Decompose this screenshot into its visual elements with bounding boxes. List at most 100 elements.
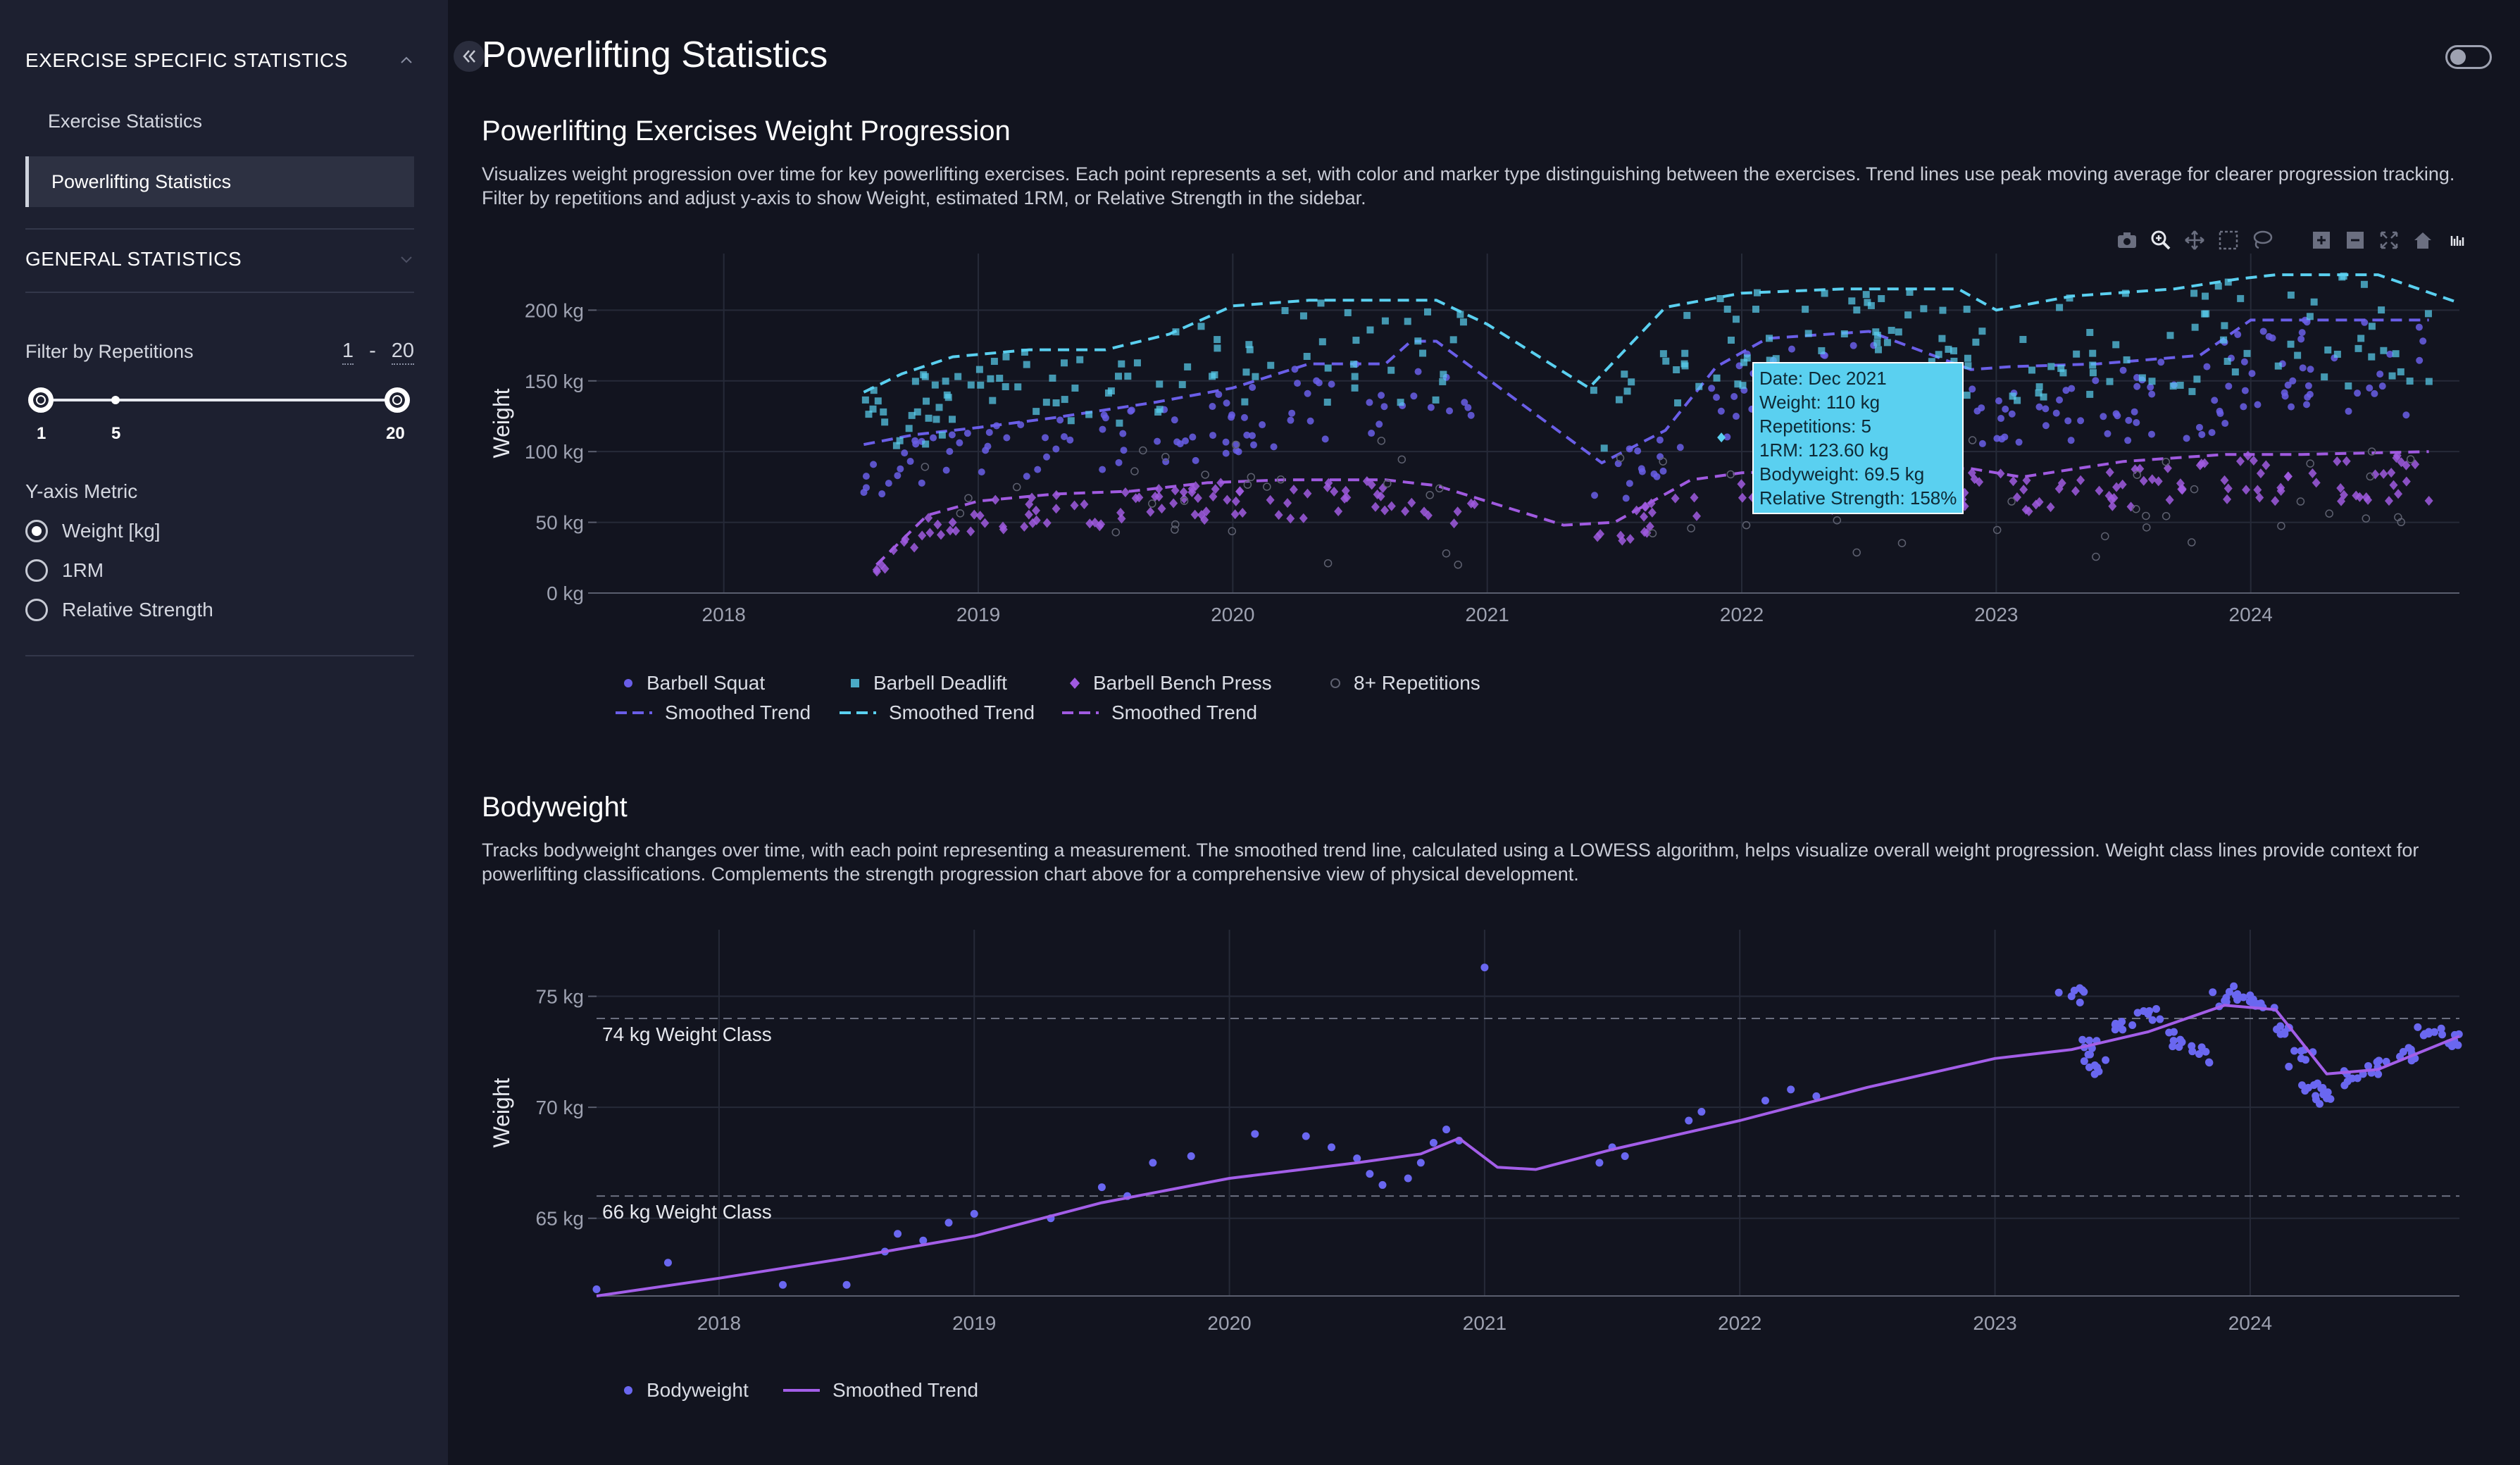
main-content: Powerlifting Statistics Powerlifting Exe… bbox=[448, 0, 2520, 1465]
tooltip-line: 1RM: 123.60 kg bbox=[1759, 440, 1889, 461]
weight-progression-chart[interactable]: 2018 2019 2020 2021 2022 2023 2024 0 kg 50 kg 100… bbox=[448, 239, 2520, 634]
deadlift-point bbox=[2169, 382, 2177, 390]
deadlift-point bbox=[2345, 382, 2352, 389]
section-header-general[interactable]: GENERAL STATISTICS bbox=[25, 238, 414, 280]
bodyweight-point bbox=[2195, 1049, 2203, 1058]
bench-point bbox=[1738, 492, 1747, 503]
bodyweight-point bbox=[2128, 1021, 2137, 1030]
deadlift-point bbox=[975, 366, 983, 373]
deadlift-point bbox=[1067, 417, 1075, 425]
squat-point bbox=[1366, 399, 1373, 406]
bodyweight-point bbox=[894, 1230, 902, 1238]
squat-point bbox=[862, 484, 870, 492]
deadlift-point bbox=[2028, 366, 2035, 374]
bodyweight-point bbox=[1621, 1152, 1629, 1160]
bench-point bbox=[2154, 476, 2163, 487]
deadlift-point bbox=[1883, 339, 1891, 347]
squat-point bbox=[885, 480, 892, 487]
deadlift-point bbox=[1211, 371, 1218, 379]
deadlift-point bbox=[1424, 308, 1432, 316]
deadlift-point bbox=[905, 425, 913, 432]
bodyweight-chart[interactable]: 2018 2019 2020 2021 2022 2023 2024 65 kg 70 kg 75… bbox=[448, 916, 2520, 1338]
theme-toggle[interactable] bbox=[2445, 45, 2492, 69]
legend-item-squat[interactable]: Barbell Squat bbox=[621, 672, 765, 694]
section-header-exercise-specific[interactable]: EXERCISE SPECIFIC STATISTICS bbox=[25, 39, 414, 82]
legend-item-high-reps[interactable]: 8+ Repetitions bbox=[1328, 672, 1480, 694]
repetition-slider-track[interactable] bbox=[41, 399, 397, 401]
sidebar-item-powerlifting-statistics[interactable]: Powerlifting Statistics bbox=[25, 156, 414, 207]
squat-point bbox=[1328, 380, 1335, 388]
square-marker-icon bbox=[851, 679, 859, 687]
radio-relative-strength[interactable]: Relative Strength bbox=[25, 599, 213, 621]
legend-item-squat-trend[interactable]: Smoothed Trend bbox=[614, 702, 811, 724]
deadlift-point bbox=[949, 416, 956, 423]
bench-point bbox=[2223, 494, 2232, 504]
legend-item-bench[interactable]: Barbell Bench Press bbox=[1068, 672, 1272, 694]
bodyweight-point bbox=[2313, 1079, 2321, 1087]
bench-point bbox=[2108, 501, 2117, 511]
bench-point bbox=[1371, 501, 1380, 512]
deadlift-point bbox=[1351, 384, 1359, 392]
bench-point bbox=[2165, 494, 2174, 505]
slider-handle-max[interactable] bbox=[385, 387, 410, 413]
legend-label: Smoothed Trend bbox=[665, 702, 811, 723]
high-rep-point bbox=[1616, 454, 1625, 463]
squat-point bbox=[984, 442, 992, 450]
deadlift-point bbox=[1381, 317, 1389, 325]
high-rep-point bbox=[1454, 561, 1462, 569]
squat-point bbox=[1270, 443, 1278, 451]
bench-point bbox=[1024, 509, 1033, 520]
legend-item-bodyweight[interactable]: Bodyweight bbox=[621, 1379, 749, 1402]
deadlift-point bbox=[967, 381, 975, 389]
radio-checked-icon[interactable] bbox=[25, 520, 48, 542]
deadlift-point bbox=[2321, 373, 2328, 381]
dash-line-icon bbox=[840, 711, 876, 714]
squat-point bbox=[1304, 389, 1311, 397]
squat-point bbox=[2281, 392, 2289, 400]
range-max-input[interactable]: 20 bbox=[391, 339, 414, 365]
deadlift-point bbox=[1713, 374, 1721, 382]
legend-item-bw-trend[interactable]: Smoothed Trend bbox=[782, 1379, 978, 1402]
bench-point bbox=[2076, 475, 2085, 485]
radio-unchecked-icon[interactable] bbox=[25, 559, 48, 582]
squat-point bbox=[1043, 453, 1051, 461]
squat-point bbox=[1223, 399, 1230, 407]
legend-item-deadlift-trend[interactable]: Smoothed Trend bbox=[838, 702, 1035, 724]
deadlift-point bbox=[1002, 383, 1009, 391]
squat-point bbox=[1128, 406, 1135, 414]
sidebar-item-exercise-statistics[interactable]: Exercise Statistics bbox=[25, 96, 414, 146]
legend-item-bench-trend[interactable]: Smoothed Trend bbox=[1061, 702, 1257, 724]
bench-point bbox=[2387, 468, 2396, 478]
bodyweight-point bbox=[970, 1209, 978, 1218]
bench-point bbox=[2235, 456, 2245, 466]
slider-handle-min[interactable] bbox=[28, 387, 54, 413]
squat-point bbox=[2416, 356, 2424, 364]
collapse-sidebar-button[interactable] bbox=[454, 41, 485, 72]
bench-point bbox=[1671, 493, 1680, 504]
bodyweight-point bbox=[2209, 988, 2217, 997]
squat-point bbox=[1653, 473, 1661, 480]
deadlift-point bbox=[1766, 335, 1773, 342]
deadlift-point bbox=[2176, 382, 2184, 389]
bench-point bbox=[1266, 494, 1275, 505]
deadlift-point bbox=[2014, 397, 2021, 404]
deadlift-point bbox=[2047, 363, 2055, 370]
radio-label: Relative Strength bbox=[62, 599, 213, 621]
legend-item-deadlift[interactable]: Barbell Deadlift bbox=[848, 672, 1007, 694]
squat-point bbox=[870, 461, 878, 468]
squat-point bbox=[1235, 448, 1242, 456]
bodyweight-point bbox=[2454, 1041, 2462, 1049]
deadlift-point bbox=[2086, 329, 2094, 337]
squat-point bbox=[2133, 382, 2141, 390]
x-tick-label: 2023 bbox=[1974, 604, 2018, 625]
deadlift-point bbox=[1214, 344, 1221, 352]
range-min-input[interactable]: 1 bbox=[342, 339, 354, 365]
high-rep-point bbox=[2296, 497, 2305, 506]
deadlift-point bbox=[1350, 361, 1358, 368]
radio-1rm[interactable]: 1RM bbox=[25, 559, 104, 582]
bench-point bbox=[925, 528, 935, 538]
bodyweight-point bbox=[2080, 987, 2088, 996]
bodyweight-point bbox=[2156, 1015, 2164, 1023]
radio-weight[interactable]: Weight [kg] bbox=[25, 520, 161, 542]
radio-unchecked-icon[interactable] bbox=[25, 599, 48, 621]
